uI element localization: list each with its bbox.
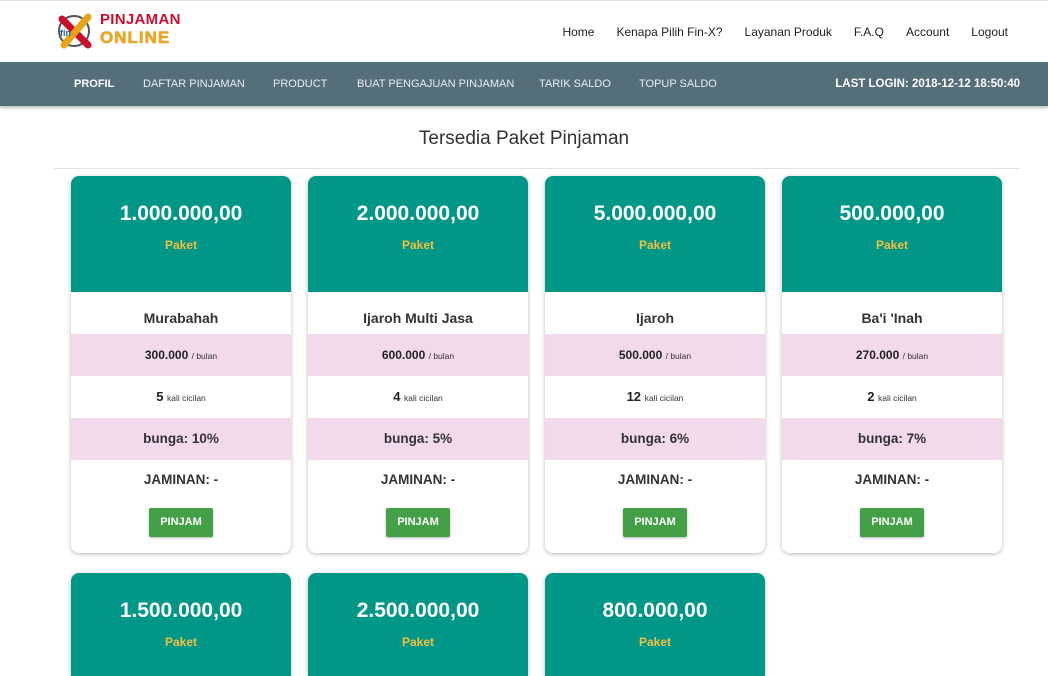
top-header: fin PINJAMAN ONLINE Home Kenapa Pilih Fi… <box>0 0 1048 62</box>
package-tenor: 12 kali cicilan <box>626 389 684 404</box>
package-interest: bunga: 5% <box>308 418 528 460</box>
package-label: Paket <box>401 635 435 649</box>
package-installment: 300.000 / bulan <box>71 334 291 376</box>
package-name: Ijaroh <box>635 310 675 326</box>
package-tenor: 2 kali cicilan <box>867 389 917 404</box>
package-installment: 600.000 / bulan <box>308 334 528 376</box>
package-label: Paket <box>164 238 198 252</box>
package-card: 1.500.000,00 Paket <box>71 573 291 676</box>
package-header: 800.000,00 Paket <box>545 573 765 676</box>
brand-line2: ONLINE <box>100 28 171 47</box>
menu-topup-saldo[interactable]: TOPUP SALDO <box>639 62 717 106</box>
package-amount: 800.000,00 <box>602 599 708 622</box>
package-label: Paket <box>638 238 672 252</box>
menu-product[interactable]: PRODUCT <box>273 62 327 106</box>
package-label: Paket <box>875 238 909 252</box>
package-amount: 1.000.000,00 <box>119 202 243 225</box>
last-login: LAST LOGIN: 2018-12-12 18:50:40 <box>835 78 1020 90</box>
package-installment: 500.000 / bulan <box>545 334 765 376</box>
package-collateral: JAMINAN: - <box>380 472 456 487</box>
fin-x-logo-icon: fin <box>58 13 92 49</box>
package-amount: 1.500.000,00 <box>119 599 243 622</box>
menu-daftar-pinjaman[interactable]: DAFTAR PINJAMAN <box>143 62 245 106</box>
pinjam-button[interactable]: PINJAM <box>386 508 450 537</box>
package-amount: 2.500.000,00 <box>356 599 480 622</box>
package-header: 2.500.000,00 Paket <box>308 573 528 676</box>
package-amount: 5.000.000,00 <box>593 202 717 225</box>
nav-logout[interactable]: Logout <box>971 25 1008 39</box>
package-label: Paket <box>401 238 435 252</box>
pinjam-button[interactable]: PINJAM <box>860 508 924 537</box>
package-interest: bunga: 10% <box>71 418 291 460</box>
package-tenor: 5 kali cicilan <box>156 389 206 404</box>
nav-home[interactable]: Home <box>562 25 594 39</box>
brand-logo[interactable]: fin PINJAMAN ONLINE <box>54 9 194 53</box>
package-card: 500.000,00 Paket Ba'i 'Inah 270.000 / bu… <box>782 176 1002 553</box>
package-name: Murabahah <box>143 310 219 326</box>
package-card: 5.000.000,00 Paket Ijaroh 500.000 / bula… <box>545 176 765 553</box>
nav-account[interactable]: Account <box>906 25 949 39</box>
package-header: 5.000.000,00 Paket <box>545 176 765 292</box>
menu-tarik-saldo[interactable]: TARIK SALDO <box>539 62 611 106</box>
top-nav: Home Kenapa Pilih Fin-X? Layanan Produk … <box>562 1 1008 63</box>
package-name: Ijaroh Multi Jasa <box>363 310 473 326</box>
package-collateral: JAMINAN: - <box>617 472 693 487</box>
package-label: Paket <box>164 635 198 649</box>
package-header: 500.000,00 Paket <box>782 176 1002 292</box>
package-installment: 270.000 / bulan <box>782 334 1002 376</box>
pinjam-button[interactable]: PINJAM <box>149 508 213 537</box>
package-card: 2.500.000,00 Paket <box>308 573 528 676</box>
package-header: 1.500.000,00 Paket <box>71 573 291 676</box>
menu-buat-pengajuan[interactable]: BUAT PENGAJUAN PINJAMAN <box>357 62 514 106</box>
package-interest: bunga: 6% <box>545 418 765 460</box>
svg-text:fin: fin <box>60 28 71 38</box>
menu-profil[interactable]: PROFIL <box>74 62 114 106</box>
nav-kenapa-pilih[interactable]: Kenapa Pilih Fin-X? <box>616 25 722 39</box>
package-collateral: JAMINAN: - <box>854 472 930 487</box>
brand-line1: PINJAMAN <box>100 11 181 28</box>
package-card: 2.000.000,00 Paket Ijaroh Multi Jasa 600… <box>308 176 528 553</box>
package-collateral: JAMINAN: - <box>143 472 219 487</box>
package-header: 2.000.000,00 Paket <box>308 176 528 292</box>
pinjam-button[interactable]: PINJAM <box>623 508 687 537</box>
nav-layanan-produk[interactable]: Layanan Produk <box>745 25 832 39</box>
package-amount: 500.000,00 <box>839 202 945 225</box>
package-name: Ba'i 'Inah <box>861 310 923 326</box>
package-amount: 2.000.000,00 <box>356 202 480 225</box>
package-label: Paket <box>638 635 672 649</box>
package-interest: bunga: 7% <box>782 418 1002 460</box>
main-nav: PROFIL DAFTAR PINJAMAN PRODUCT BUAT PENG… <box>0 62 1048 106</box>
nav-faq[interactable]: F.A.Q <box>854 25 884 39</box>
package-tenor: 4 kali cicilan <box>393 389 443 404</box>
divider <box>54 168 1020 169</box>
package-header: 1.000.000,00 Paket <box>71 176 291 292</box>
package-card: 1.000.000,00 Paket Murabahah 300.000 / b… <box>71 176 291 553</box>
package-card: 800.000,00 Paket <box>545 573 765 676</box>
page-title: Tersedia Paket Pinjaman <box>418 128 630 149</box>
